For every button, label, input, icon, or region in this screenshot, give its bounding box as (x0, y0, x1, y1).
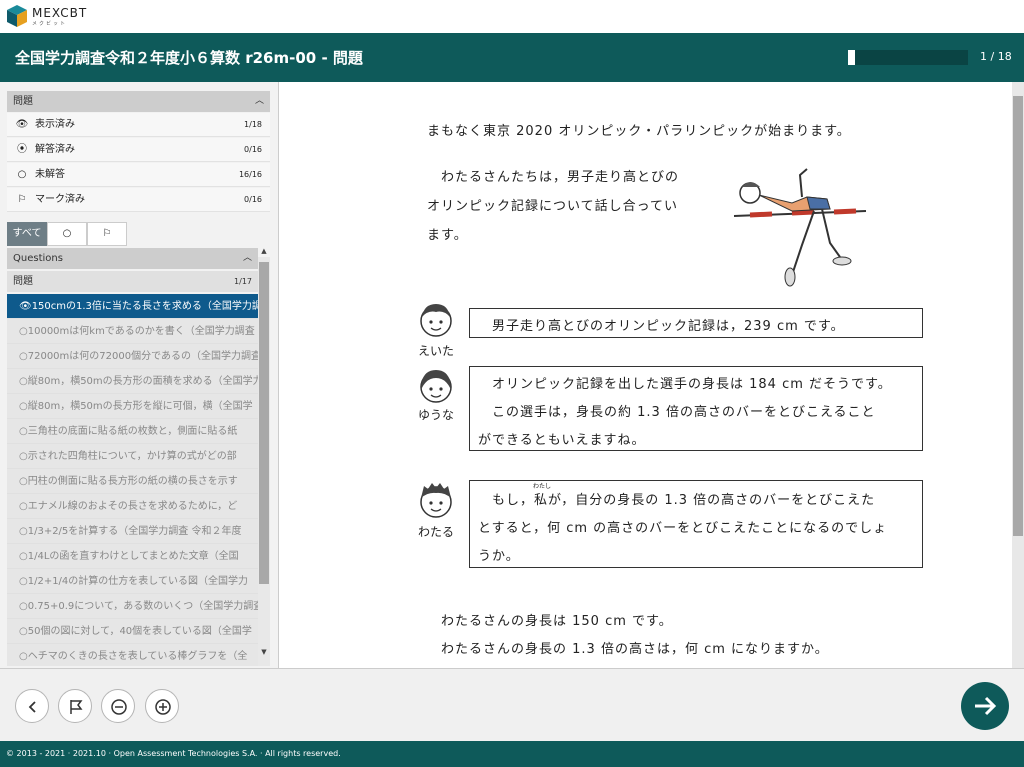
paragraph-line: オリンピック記録について話し合ってい (427, 199, 678, 214)
test-title: 全国学力調査令和２年度小６算数 r26m-00 - 問題 (15, 49, 363, 67)
arrow-right-icon (975, 696, 997, 716)
footer-copyright: © 2013 - 2021 · 2021.10 · Open Assessmen… (0, 741, 1024, 767)
stat-count: 0/16 (244, 145, 262, 154)
question-item[interactable]: ○示された四角柱について，かけ算の式がどの部 (7, 444, 258, 469)
brand-subtitle: メクビット (32, 21, 68, 27)
speech-line: もし，私が，自分の身長の 1.3 倍の高さのバーをとびこえた (492, 493, 876, 508)
stat-label: 解答済み (35, 144, 75, 155)
eye-icon: 👁 (15, 119, 29, 130)
flag-icon: ⚐ (17, 194, 27, 205)
question-list: 👁150cmの1.3倍に当たる長さを求める（全国学力調査 ○10000mは何km… (7, 294, 258, 666)
speaker-name-eita: えいた (417, 344, 454, 358)
question-item[interactable]: ○1/3+2/5を計算する（全国学力調査 令和２年度 (7, 519, 258, 544)
speech-line: この選手は，身長の約 1.3 倍の高さのバーをとびこえること (492, 405, 876, 420)
circle-icon: ○ (17, 169, 27, 180)
question-item[interactable]: ○円柱の側面に貼る長方形の紙の横の長さを示す (7, 469, 258, 494)
speech-line: ができるともいえますね。 (478, 433, 646, 448)
question-item-current[interactable]: 👁150cmの1.3倍に当たる長さを求める（全国学力調査 (7, 294, 258, 319)
question-item[interactable]: ○0.75+0.9について，ある数のいくつ（全国学力調査 (7, 594, 258, 619)
question-item[interactable]: ○ヘチマのくきの長さを表している棒グラフを（全 (7, 644, 258, 666)
next-button[interactable] (961, 682, 1009, 730)
eita-face-icon (420, 304, 452, 337)
stat-row-unanswered[interactable]: ○ 未解答 16/16 (7, 163, 270, 187)
scroll-up-icon[interactable]: ▲ (258, 247, 270, 257)
question-item[interactable]: ○縦80m，横50mの長方形の面積を求める（全国学力 (7, 369, 258, 394)
stat-count: 0/16 (244, 195, 262, 204)
paragraph-line: わたるさんたちは，男子走り高とびの (441, 170, 680, 185)
zoom-out-icon (111, 699, 127, 715)
progress-label: 1 / 18 (980, 50, 1012, 63)
speech-line: オリンピック記録を出した選手の身長は 184 cm だそうです。 (492, 377, 892, 392)
intro-text: まもなく東京 2020 オリンピック・パラリンピックが始まります。 (427, 124, 851, 139)
filter-all-button[interactable]: すべて (7, 222, 47, 246)
section-header-problems[interactable]: 問題 ︿ (7, 91, 270, 112)
circle-icon: ○ (62, 228, 72, 239)
speech-line: うか。 (478, 549, 520, 564)
question-item[interactable]: ○エナメル線のおよその長さを求めるために，ど (7, 494, 258, 519)
speech-line: 男子走り高とびのオリンピック記録は，239 cm です。 (492, 319, 845, 334)
zoom-out-button[interactable] (101, 689, 135, 723)
question-item[interactable]: ○72000mは何の72000個分であるの（全国学力調査 (7, 344, 258, 369)
chevron-up-icon: ︿ (242, 253, 252, 263)
question-item[interactable]: ○三角柱の底面に貼る紙の枚数と，側面に貼る紙 (7, 419, 258, 444)
question-item[interactable]: ○縦80m，横50mの長方形を縦に可個，横（全国学 (7, 394, 258, 419)
question-item[interactable]: ○1/2+1/4の計算の仕方を表している図（全国学力 (7, 569, 258, 594)
progress-bar-fill (848, 50, 855, 65)
chevron-left-icon (28, 701, 36, 713)
stat-count: 16/16 (238, 170, 262, 179)
speaker-name-yuuna: ゆうな (417, 408, 454, 422)
group-label: 問題 (13, 276, 33, 287)
logo-cube-icon (7, 5, 27, 27)
stat-row-answered[interactable]: ⦿ 解答済み 0/16 (7, 138, 270, 162)
question-group[interactable]: 問題 1/17 (7, 271, 258, 292)
question-item[interactable]: ○1/4Lの函を直すわけとしてまとめた文章（全国 (7, 544, 258, 569)
questions-title: Questions (13, 253, 63, 264)
flag-for-review-button[interactable] (58, 689, 92, 723)
wataru-face-icon (420, 483, 452, 518)
flag-icon: ⚐ (102, 228, 112, 239)
radio-checked-icon: ⦿ (17, 144, 27, 155)
stat-label: 未解答 (35, 169, 65, 180)
zoom-in-icon (155, 699, 171, 715)
group-count: 1/17 (234, 277, 252, 286)
question-item[interactable]: ○50個の図に対して，40個を表している図（全国学 (7, 619, 258, 644)
high-jump-illustration (733, 168, 867, 287)
yuuna-face-icon (420, 370, 452, 403)
stat-count: 1/18 (244, 120, 262, 129)
scroll-down-icon[interactable]: ▼ (258, 648, 270, 658)
filter-unanswered-button[interactable]: ○ (47, 222, 87, 246)
stat-label: 表示済み (35, 119, 75, 130)
filter-flagged-button[interactable]: ⚐ (87, 222, 127, 246)
chevron-up-icon: ︿ (254, 96, 264, 106)
stat-row-flagged[interactable]: ⚐ マーク済み 0/16 (7, 188, 270, 212)
stat-label: マーク済み (35, 194, 85, 205)
speaker-name-wataru: わたる (417, 525, 454, 539)
questions-header[interactable]: Questions ︿ (7, 248, 258, 269)
progress-bar (848, 50, 968, 65)
content-scrollbar-thumb[interactable] (1013, 96, 1023, 536)
zoom-in-button[interactable] (145, 689, 179, 723)
section-title: 問題 (13, 96, 33, 107)
previous-button[interactable] (15, 689, 49, 723)
stat-row-viewed[interactable]: 👁 表示済み 1/18 (7, 113, 270, 137)
question-item[interactable]: ○10000mは何kmであるのかを書く（全国学力調査 (7, 319, 258, 344)
question-line: わたるさんの身長は 150 cm です。 (441, 614, 673, 629)
brand-bar (0, 0, 1024, 33)
flag-icon (70, 700, 83, 714)
speech-line: とすると，何 cm の高さのバーをとびこえたことになるのでしょ (478, 521, 888, 536)
paragraph-line: ます。 (427, 228, 468, 243)
sidebar-scrollbar-thumb[interactable] (259, 262, 269, 584)
question-line: わたるさんの身長の 1.3 倍の高さは，何 cm になりますか。 (441, 642, 829, 657)
brand-name: MEXCBT (32, 6, 88, 20)
